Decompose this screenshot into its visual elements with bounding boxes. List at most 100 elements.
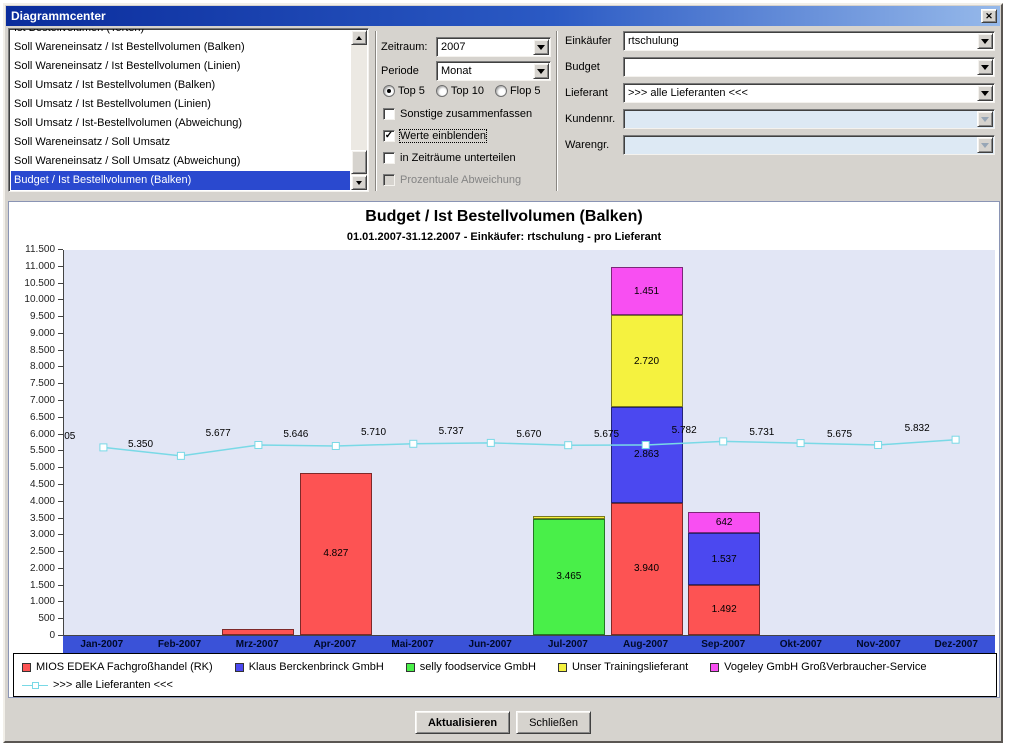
zeitraum-label: Zeitraum: — [381, 41, 427, 53]
checkbox-icon[interactable] — [383, 108, 395, 120]
list-item[interactable]: Soll Wareneinsatz / Soll Umsatz (Abweich… — [11, 152, 350, 171]
bar-value-label: 642 — [716, 517, 733, 528]
y-tick-label: 5.500 — [9, 445, 55, 457]
checkbox-label: Prozentuale Abweichung — [400, 174, 521, 186]
dropdown-arrow-icon[interactable] — [977, 33, 993, 49]
list-item[interactable]: Soll Umsatz / Ist-Bestellvolumen (Abweic… — [11, 114, 350, 133]
plot-area: 4.8273.4653.9402.8632.7201.4511.4921.537… — [63, 250, 995, 636]
chart-type-list[interactable]: Ist Bestellvolumen (Torten)Soll Warenein… — [8, 28, 369, 192]
selector-row: Einkäufer rtschulung — [561, 29, 999, 55]
scroll-up-button[interactable] — [351, 30, 367, 45]
list-item[interactable]: Soll Umsatz / Ist Bestellvolumen (Balken… — [11, 76, 350, 95]
y-tick-label: 6.000 — [9, 429, 55, 441]
bar-segment: 2.863 — [611, 407, 683, 503]
scroll-thumb[interactable] — [351, 150, 367, 174]
x-axis-band: Jan-2007Feb-2007Mrz-2007Apr-2007Mai-2007… — [63, 636, 995, 653]
line-marker — [720, 438, 727, 445]
line-marker — [100, 444, 107, 451]
einkufer-select[interactable]: rtschulung — [623, 31, 995, 51]
x-axis-label: Sep-2007 — [684, 636, 762, 653]
x-axis-label: Feb-2007 — [141, 636, 219, 653]
checkbox-option[interactable]: Sonstige zusammenfassen — [383, 103, 532, 125]
bar-value-label: 3.465 — [556, 571, 581, 582]
checkbox-icon[interactable] — [383, 152, 395, 164]
y-tick-label: 11.500 — [9, 244, 55, 256]
radio-option[interactable]: Top 10 — [436, 85, 484, 97]
scroll-down-button[interactable] — [351, 175, 367, 190]
zeitraum-dropdown-arrow-icon[interactable] — [533, 39, 549, 55]
checkbox-icon — [383, 174, 395, 186]
selector-label: Warengr. — [565, 139, 609, 151]
dropdown-arrow-icon[interactable] — [977, 59, 993, 75]
line-value-label: 5.350 — [119, 439, 163, 450]
line-value-label: 5.782 — [662, 425, 706, 436]
line-value-label: 5.832 — [895, 423, 939, 434]
legend-swatch — [558, 663, 567, 672]
bar-segment: 3.465 — [533, 519, 605, 635]
selector-label: Budget — [565, 61, 600, 73]
warengr-select — [623, 135, 995, 155]
x-axis-label: Jul-2007 — [529, 636, 607, 653]
radio-option[interactable]: Top 5 — [383, 85, 425, 97]
radio-option[interactable]: Flop 5 — [495, 85, 541, 97]
legend-item: >>> alle Lieferanten <<< — [22, 679, 173, 691]
list-item[interactable]: Ist Bestellvolumen (Torten) — [11, 28, 350, 38]
line-marker — [410, 440, 417, 447]
radio-label: Top 5 — [398, 85, 425, 97]
list-scrollbar[interactable] — [351, 30, 367, 190]
window-title: Diagrammcenter — [11, 9, 106, 23]
bar-segment: 1.492 — [688, 585, 760, 635]
line-marker — [875, 442, 882, 449]
y-tick-label: 11.000 — [9, 261, 55, 273]
legend-label: Vogeley GmbH GroßVerbraucher-Service — [724, 661, 926, 673]
checkbox-option: Prozentuale Abweichung — [383, 169, 532, 191]
radio-icon[interactable] — [383, 85, 395, 97]
y-tick-label: 3.000 — [9, 529, 55, 541]
radio-icon[interactable] — [436, 85, 448, 97]
bar-value-label: 1.537 — [712, 554, 737, 565]
legend-row-1: MIOS EDEKA Fachgroßhandel (RK)Klaus Berc… — [22, 658, 988, 676]
combo-value: >>> alle Lieferanten <<< — [628, 86, 976, 101]
legend-item: Klaus Berckenbrinck GmbH — [235, 661, 384, 673]
bar-segment: 4.827 — [300, 473, 372, 635]
diagrammcenter-window: Diagrammcenter ✕ Ist Bestellvolumen (Tor… — [3, 3, 1003, 743]
dropdown-arrow-icon[interactable] — [977, 85, 993, 101]
legend-row-2: >>> alle Lieferanten <<< — [22, 676, 988, 694]
periode-dropdown-arrow-icon[interactable] — [533, 63, 549, 79]
radio-label: Flop 5 — [510, 85, 541, 97]
chart-type-list-items: Ist Bestellvolumen (Torten)Soll Warenein… — [11, 28, 350, 190]
y-tick-label: 7.000 — [9, 395, 55, 407]
periode-select[interactable]: Monat — [436, 61, 551, 81]
y-tick-label: 1.500 — [9, 580, 55, 592]
checkbox-label: Werte einblenden — [400, 130, 486, 142]
x-axis-label: Jan-2007 — [63, 636, 141, 653]
list-item[interactable]: Budget / Ist Bestellvolumen (Balken) — [11, 171, 350, 190]
list-item[interactable]: Soll Wareneinsatz / Soll Umsatz — [11, 133, 350, 152]
radio-icon[interactable] — [495, 85, 507, 97]
y-tick-label: 2.000 — [9, 563, 55, 575]
bar-segment: 2.720 — [611, 315, 683, 406]
line-value-label: 5.710 — [352, 427, 396, 438]
y-tick-label: 10.500 — [9, 278, 55, 290]
schliessen-button[interactable]: Schließen — [516, 711, 591, 734]
list-item[interactable]: Soll Wareneinsatz / Ist Bestellvolumen (… — [11, 57, 350, 76]
line-marker — [487, 439, 494, 446]
lieferant-select[interactable]: >>> alle Lieferanten <<< — [623, 83, 995, 103]
line-value-label: 5.737 — [429, 426, 473, 437]
list-item[interactable]: Soll Umsatz / Ist Bestellvolumen (Linien… — [11, 95, 350, 114]
legend-item: Unser Trainingslieferant — [558, 661, 688, 673]
checkbox-option[interactable]: in Zeiträume unterteilen — [383, 147, 532, 169]
list-item[interactable]: Soll Wareneinsatz / Ist Bestellvolumen (… — [11, 38, 350, 57]
radio-label: Top 10 — [451, 85, 484, 97]
checkbox-option[interactable]: ✓ Werte einblenden — [383, 125, 532, 147]
selector-row: Warengr. — [561, 133, 999, 159]
title-bar[interactable]: Diagrammcenter ✕ — [6, 6, 1000, 26]
aktualisieren-button[interactable]: Aktualisieren — [415, 711, 510, 734]
zeitraum-select[interactable]: 2007 — [436, 37, 551, 57]
selector-label: Einkäufer — [565, 35, 611, 47]
close-button[interactable]: ✕ — [981, 9, 997, 23]
selector-rows: EinkäuferrtschulungBudgetLieferant>>> al… — [561, 29, 999, 159]
legend-label: >>> alle Lieferanten <<< — [53, 679, 173, 691]
budget-select[interactable] — [623, 57, 995, 77]
checkbox-icon[interactable]: ✓ — [383, 130, 395, 142]
